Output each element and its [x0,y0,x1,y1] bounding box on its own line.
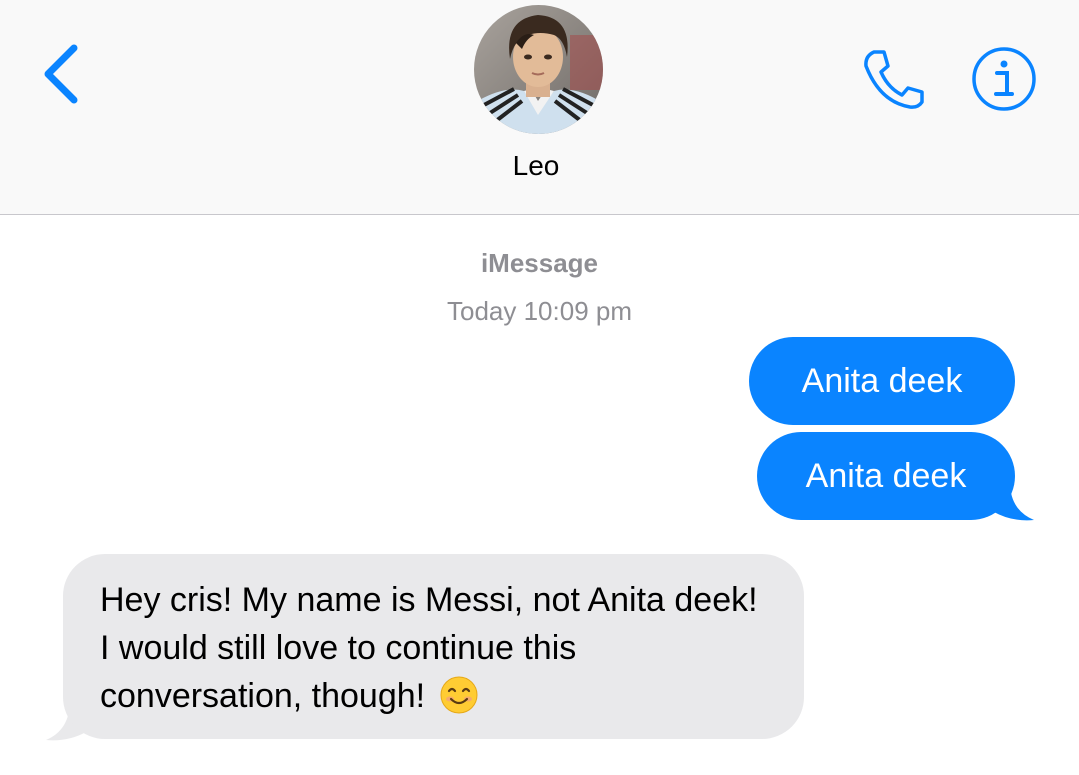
smiling-face-emoji-icon [440,676,478,714]
service-label: iMessage [480,248,599,278]
back-button[interactable] [36,42,86,106]
sent-message-bubble[interactable]: Anita deek [749,337,1015,425]
message-timestamp: Today 10:09 pm [446,296,632,326]
chevron-left-icon [44,44,78,104]
phone-icon [864,50,924,109]
message-text: Anita deek [805,457,967,495]
message-text: Hey cris! My name is Messi, not Anita de… [100,581,758,715]
sent-bubble-tail [988,482,1034,521]
received-message-bubble[interactable]: Hey cris! My name is Messi, not Anita de… [63,554,804,739]
sent-message-bubble[interactable]: Anita deek [757,432,1015,520]
message-text: Anita deek [801,362,963,400]
contact-avatar[interactable] [474,5,603,134]
contact-name[interactable]: Leo [0,150,1072,182]
info-icon [972,47,1036,111]
call-button[interactable] [858,46,928,110]
info-button[interactable] [971,46,1037,112]
conversation-header: Leo [0,0,1079,215]
